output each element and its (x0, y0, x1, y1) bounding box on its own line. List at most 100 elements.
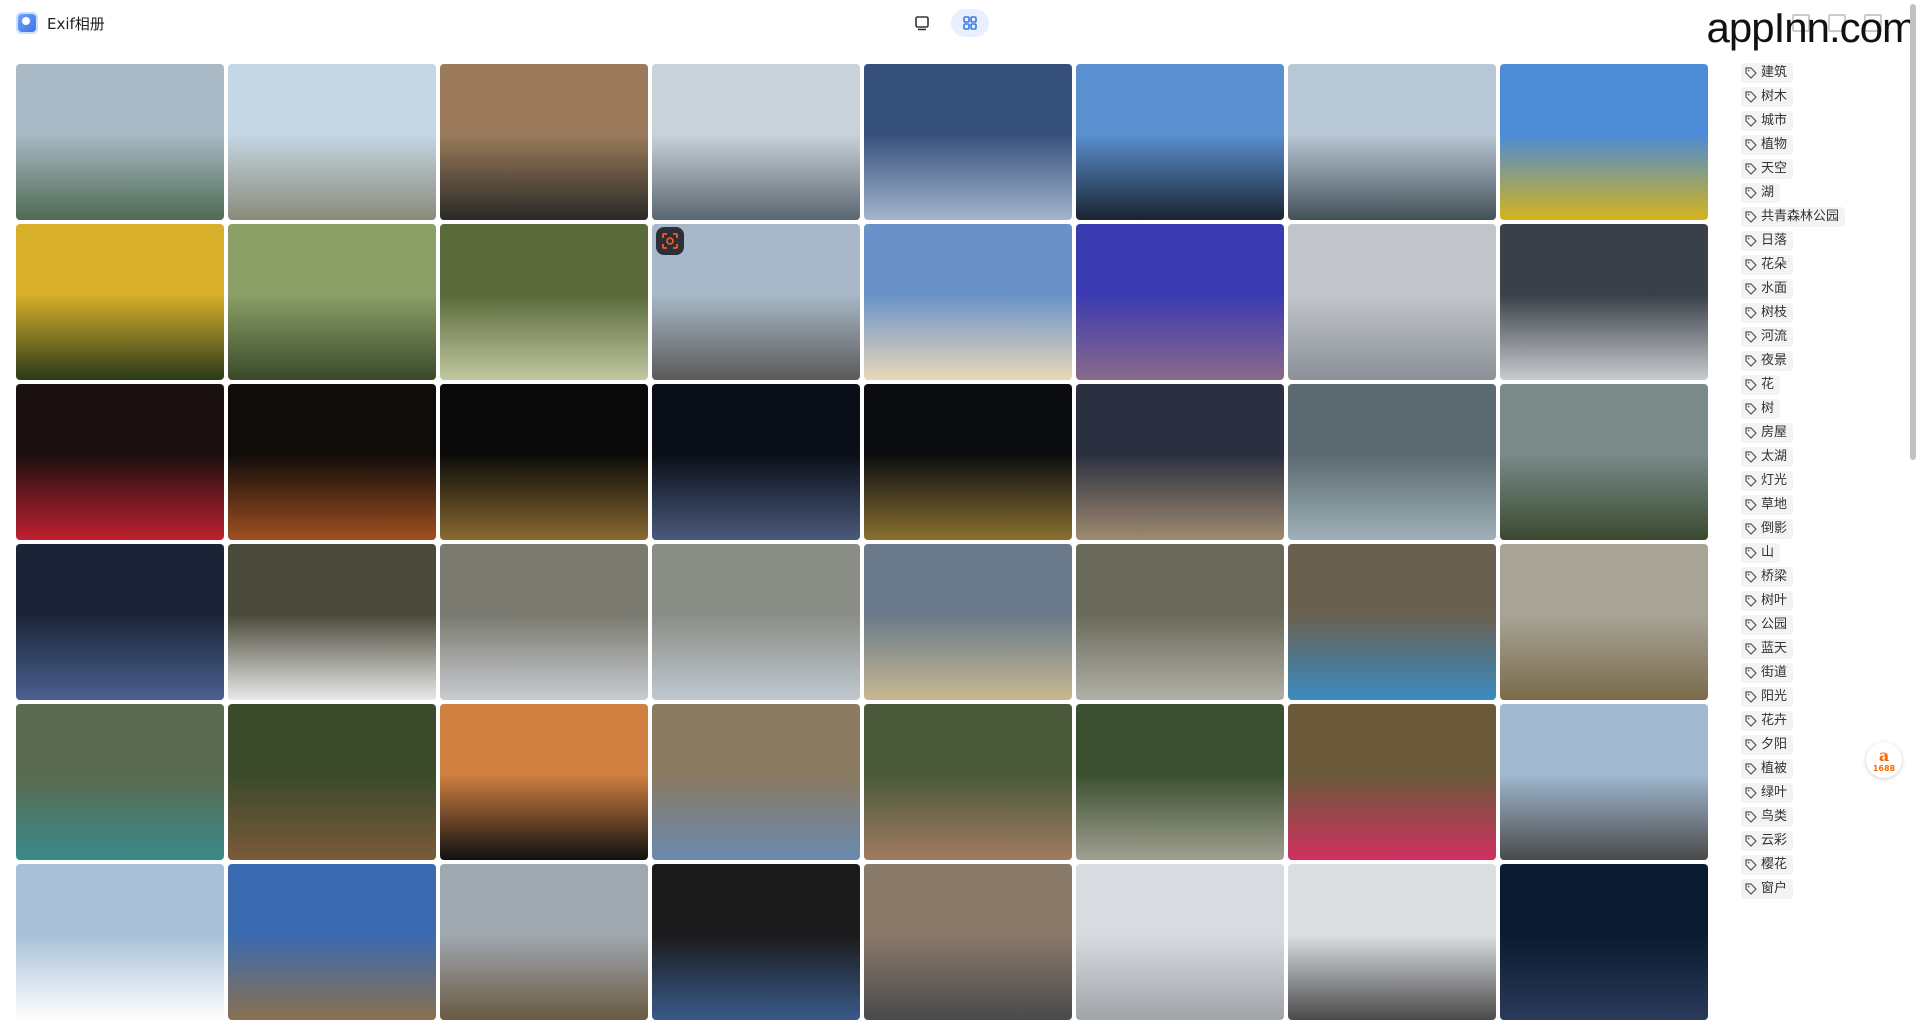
photo-thumbnail[interactable] (864, 64, 1072, 220)
tag-item[interactable]: 窗户 (1741, 879, 1794, 899)
photo-thumbnail[interactable] (652, 864, 860, 1020)
photo-thumbnail[interactable] (228, 864, 436, 1020)
tag-label: 公园 (1761, 617, 1788, 632)
floating-1688-button[interactable]: a 1688 (1866, 742, 1902, 778)
tag-item[interactable]: 树叶 (1741, 591, 1794, 611)
photo-thumbnail[interactable] (1500, 544, 1708, 700)
tag-item[interactable]: 树枝 (1741, 303, 1794, 323)
tag-item[interactable]: 灯光 (1741, 471, 1794, 491)
photo-thumbnail[interactable] (864, 704, 1072, 860)
photo-thumbnail[interactable] (228, 544, 436, 700)
tag-item[interactable]: 天空 (1741, 159, 1794, 179)
photo-thumbnail[interactable] (864, 544, 1072, 700)
tag-item[interactable]: 鸟类 (1741, 807, 1794, 827)
photo-thumbnail[interactable] (440, 384, 648, 540)
photo-thumbnail[interactable] (1500, 224, 1708, 380)
tag-icon (1745, 475, 1757, 487)
photo-thumbnail[interactable] (1288, 544, 1496, 700)
tag-item[interactable]: 太湖 (1741, 447, 1794, 467)
photo-thumbnail[interactable] (652, 544, 860, 700)
tag-item[interactable]: 草地 (1741, 495, 1794, 515)
photo-thumbnail[interactable] (1076, 704, 1284, 860)
photo-thumbnail[interactable] (16, 704, 224, 860)
photo-thumbnail[interactable] (16, 64, 224, 220)
photo-thumbnail[interactable] (1076, 384, 1284, 540)
photo-thumbnail[interactable] (16, 544, 224, 700)
tag-item[interactable]: 阳光 (1741, 687, 1794, 707)
photo-thumbnail[interactable] (440, 864, 648, 1020)
tag-icon (1745, 883, 1757, 895)
tag-item[interactable]: 房屋 (1741, 423, 1794, 443)
grid-view-button[interactable] (951, 9, 989, 37)
tag-item[interactable]: 树木 (1741, 87, 1794, 107)
tag-icon (1745, 163, 1757, 175)
tag-item[interactable]: 山 (1741, 543, 1781, 563)
tag-icon (1745, 91, 1757, 103)
photo-thumbnail[interactable] (1076, 864, 1284, 1020)
photo-thumbnail[interactable] (1288, 384, 1496, 540)
tag-item[interactable]: 城市 (1741, 111, 1794, 131)
tag-icon (1745, 307, 1757, 319)
tag-icon (1745, 499, 1757, 511)
tag-item[interactable]: 倒影 (1741, 519, 1794, 539)
tag-item[interactable]: 植物 (1741, 135, 1794, 155)
photo-thumbnail[interactable] (228, 704, 436, 860)
tag-item[interactable]: 植被 (1741, 759, 1794, 779)
photo-thumbnail[interactable] (652, 64, 860, 220)
tag-item[interactable]: 湖 (1741, 183, 1781, 203)
tag-icon (1745, 379, 1757, 391)
tag-item[interactable]: 花卉 (1741, 711, 1794, 731)
tag-icon (1745, 67, 1757, 79)
photo-thumbnail[interactable] (1076, 224, 1284, 380)
tag-item[interactable]: 蓝天 (1741, 639, 1794, 659)
single-view-button[interactable] (903, 9, 941, 37)
tag-item[interactable]: 花朵 (1741, 255, 1794, 275)
tag-item[interactable]: 桥梁 (1741, 567, 1794, 587)
tag-item[interactable]: 夕阳 (1741, 735, 1794, 755)
photo-thumbnail[interactable] (1500, 704, 1708, 860)
scrollbar[interactable] (1910, 4, 1916, 460)
photo-thumbnail[interactable] (652, 224, 860, 380)
photo-thumbnail[interactable] (1500, 864, 1708, 1020)
tag-item[interactable]: 共青森林公园 (1741, 207, 1846, 227)
tag-item[interactable]: 河流 (1741, 327, 1794, 347)
photo-thumbnail[interactable] (228, 224, 436, 380)
tag-item[interactable]: 建筑 (1741, 63, 1794, 83)
tag-item[interactable]: 街道 (1741, 663, 1794, 683)
photo-thumbnail[interactable] (1076, 64, 1284, 220)
photo-thumbnail[interactable] (864, 224, 1072, 380)
photo-thumbnail[interactable] (1288, 704, 1496, 860)
photo-thumbnail[interactable] (1500, 384, 1708, 540)
photo-thumbnail[interactable] (1288, 64, 1496, 220)
photo-thumbnail[interactable] (440, 544, 648, 700)
photo-thumbnail[interactable] (440, 224, 648, 380)
photo-thumbnail[interactable] (1076, 544, 1284, 700)
tag-item[interactable]: 树 (1741, 399, 1781, 419)
tag-item[interactable]: 云彩 (1741, 831, 1794, 851)
tag-label: 树木 (1761, 89, 1788, 104)
photo-thumbnail[interactable] (1500, 64, 1708, 220)
tag-item[interactable]: 花 (1741, 375, 1781, 395)
tag-item[interactable]: 夜景 (1741, 351, 1794, 371)
photo-thumbnail[interactable] (228, 64, 436, 220)
photo-thumbnail[interactable] (440, 64, 648, 220)
tag-item[interactable]: 水面 (1741, 279, 1794, 299)
photo-thumbnail[interactable] (440, 704, 648, 860)
tag-label: 天空 (1761, 161, 1788, 176)
tag-label: 日落 (1761, 233, 1788, 248)
photo-thumbnail[interactable] (864, 864, 1072, 1020)
tag-item[interactable]: 公园 (1741, 615, 1794, 635)
tag-item[interactable]: 樱花 (1741, 855, 1794, 875)
photo-thumbnail[interactable] (652, 384, 860, 540)
photo-thumbnail[interactable] (16, 224, 224, 380)
photo-thumbnail[interactable] (228, 384, 436, 540)
photo-thumbnail[interactable] (1288, 224, 1496, 380)
photo-thumbnail[interactable] (16, 864, 224, 1020)
tag-item[interactable]: 绿叶 (1741, 783, 1794, 803)
tag-item[interactable]: 日落 (1741, 231, 1794, 251)
photo-thumbnail[interactable] (16, 384, 224, 540)
photo-thumbnail[interactable] (1288, 864, 1496, 1020)
scan-icon[interactable] (656, 227, 684, 255)
photo-thumbnail[interactable] (652, 704, 860, 860)
photo-thumbnail[interactable] (864, 384, 1072, 540)
